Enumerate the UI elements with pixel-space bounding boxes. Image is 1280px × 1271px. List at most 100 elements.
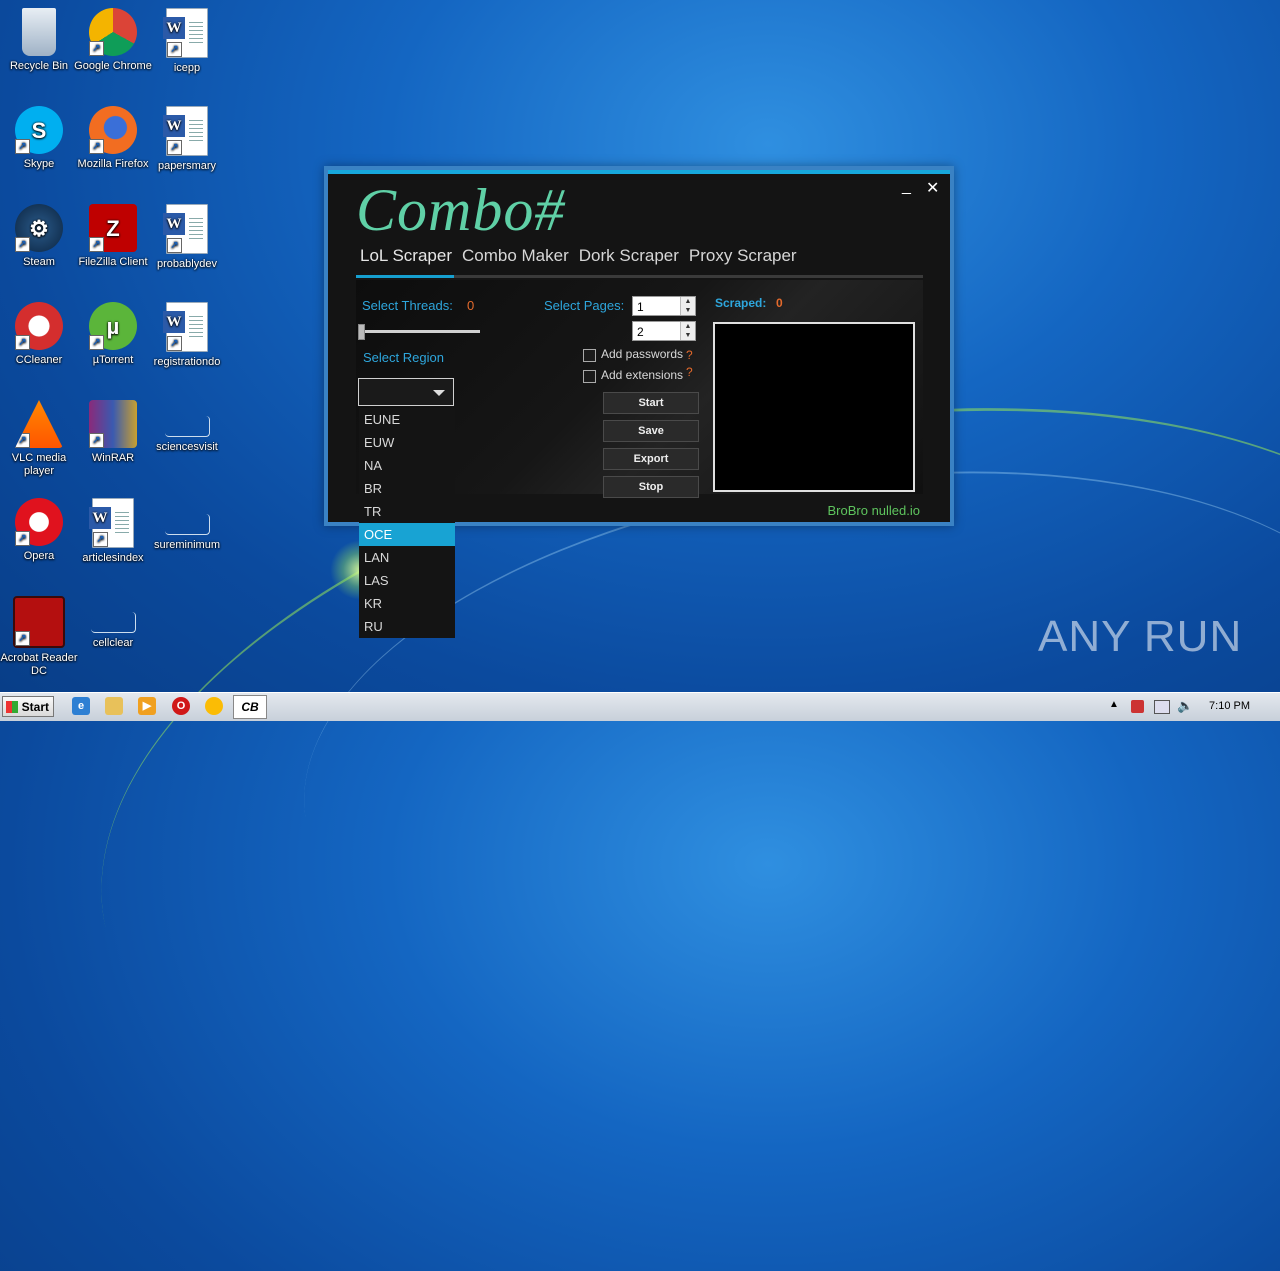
shortcut-arrow-icon: ↗ (93, 532, 108, 547)
desktop-icon-label: Google Chrome (74, 60, 152, 72)
region-option-las[interactable]: LAS (359, 569, 455, 592)
desktop-icon-label: sureminimum (153, 539, 220, 551)
app-logo: Combo# (356, 177, 566, 243)
region-option-br[interactable]: BR (359, 477, 455, 500)
spinner-arrows[interactable]: ▲ ▼ (680, 297, 695, 315)
vlc-icon: ↗ (15, 400, 63, 448)
desktop-icon[interactable]: ⚙ ↗ Steam (0, 198, 78, 290)
pages-from-spinner[interactable]: 1 ▲ ▼ (632, 296, 696, 316)
desktop-icon[interactable]: cellclear (74, 590, 152, 682)
pages-to-spinner[interactable]: 2 ▲ ▼ (632, 321, 696, 341)
desktop-icon[interactable]: ↗ Acrobat Reader DC (0, 590, 78, 682)
blank-document-icon (164, 416, 210, 437)
threads-slider-handle[interactable] (358, 324, 365, 340)
spinner-arrows[interactable]: ▲ ▼ (680, 322, 695, 340)
taskbar-combo-app[interactable]: CB (233, 695, 267, 719)
desktop-icon[interactable]: sureminimum (148, 492, 226, 584)
shortcut-arrow-icon: ↗ (15, 433, 30, 448)
desktop-icon[interactable]: W ↗ registrationdo (148, 296, 226, 388)
region-option-na[interactable]: NA (359, 454, 455, 477)
add-passwords-label[interactable]: Add passwords (601, 347, 683, 361)
stop-button[interactable]: Stop (603, 476, 699, 498)
shortcut-arrow-icon: ↗ (15, 531, 30, 546)
tab-dork-scraper[interactable]: Dork Scraper (579, 246, 679, 266)
close-button[interactable]: ✕ (926, 178, 939, 198)
desktop-icon[interactable]: W ↗ papersmary (148, 100, 226, 192)
add-extensions-checkbox[interactable] (583, 370, 596, 383)
region-option-ru[interactable]: RU (359, 615, 455, 638)
desktop-icon-label: µTorrent (92, 354, 134, 366)
word-document-icon: W ↗ (163, 8, 208, 58)
steam-icon: ⚙ ↗ (15, 204, 63, 252)
desktop-icon[interactable]: W ↗ icepp (148, 2, 226, 94)
volume-icon[interactable]: 🔈 (1177, 698, 1193, 714)
explorer-icon[interactable] (105, 697, 123, 715)
shortcut-arrow-icon: ↗ (167, 140, 182, 155)
add-extensions-help-icon[interactable]: ? (686, 365, 693, 379)
ie-icon[interactable]: e (72, 697, 90, 715)
taskbar: Start e ▶ O CB ▲ 🔈 7:10 PM (0, 692, 1280, 721)
tab-bar: LoL Scraper Combo Maker Dork Scraper Pro… (360, 246, 807, 266)
tab-proxy-scraper[interactable]: Proxy Scraper (689, 246, 797, 266)
start-button-taskbar[interactable]: Start (2, 696, 54, 717)
export-button[interactable]: Export (603, 448, 699, 470)
acrobat-icon: ↗ (13, 596, 65, 648)
ccleaner-icon: ↗ (15, 302, 63, 350)
desktop-icon[interactable]: ↗ Google Chrome (74, 2, 152, 94)
start-label: Start (21, 700, 49, 714)
desktop-icon[interactable]: sciencesvisit (148, 394, 226, 486)
desktop-icon[interactable]: ↗ VLC media player (0, 394, 78, 486)
desktop-icon[interactable]: W ↗ articlesindex (74, 492, 152, 584)
add-extensions-label[interactable]: Add extensions (601, 368, 683, 382)
desktop-icon[interactable]: ↗ Opera (0, 492, 78, 584)
region-option-oce[interactable]: OCE (359, 523, 455, 546)
desktop-icon[interactable]: S ↗ Skype (0, 100, 78, 192)
active-tab-indicator (356, 275, 454, 278)
shortcut-arrow-icon: ↗ (89, 433, 104, 448)
add-passwords-checkbox[interactable] (583, 349, 596, 362)
desktop-icon-label: Recycle Bin (9, 60, 69, 72)
shortcut-arrow-icon: ↗ (167, 42, 182, 57)
desktop-icon[interactable]: W ↗ probablydev (148, 198, 226, 290)
clock[interactable]: 7:10 PM (1209, 700, 1250, 712)
region-option-lan[interactable]: LAN (359, 546, 455, 569)
threads-value: 0 (467, 298, 475, 313)
desktop-icon-label: Acrobat Reader DC (0, 652, 78, 677)
threads-slider-track[interactable] (364, 330, 480, 333)
desktop-icon-label: probablydev (157, 258, 217, 270)
tab-combo-maker[interactable]: Combo Maker (462, 246, 569, 266)
chrome-icon: ↗ (89, 8, 137, 56)
desktop-icon[interactable]: ↗ WinRAR (74, 394, 152, 486)
media-player-icon[interactable]: ▶ (138, 697, 156, 715)
region-option-tr[interactable]: TR (359, 500, 455, 523)
minimize-button[interactable]: _ (902, 178, 911, 196)
tab-lol-scraper[interactable]: LoL Scraper (360, 246, 452, 266)
desktop-icon[interactable]: µ ↗ µTorrent (74, 296, 152, 388)
chrome-icon[interactable] (205, 697, 223, 715)
desktop-icon[interactable]: Recycle Bin (0, 2, 78, 94)
region-option-eune[interactable]: EUNE (359, 408, 455, 431)
network-icon[interactable] (1154, 700, 1170, 714)
desktop-icon[interactable]: ↗ CCleaner (0, 296, 78, 388)
scraped-output-box[interactable] (713, 322, 915, 492)
word-document-icon: W ↗ (163, 204, 208, 254)
chevron-down-icon[interactable] (433, 390, 445, 396)
desktop-icon-label: icepp (173, 62, 201, 74)
region-dropdown[interactable] (358, 378, 454, 406)
opera-icon[interactable]: O (172, 697, 190, 715)
desktop-icon-label: papersmary (157, 160, 217, 172)
firefox-icon: ↗ (89, 106, 137, 154)
desktop-icon-label: VLC media player (11, 452, 67, 477)
start-button[interactable]: Start (603, 392, 699, 414)
desktop-icon[interactable]: ↗ Mozilla Firefox (74, 100, 152, 192)
action-center-icon[interactable] (1131, 700, 1144, 713)
desktop-icon[interactable]: Z ↗ FileZilla Client (74, 198, 152, 290)
desktop-icon-label: Steam (23, 256, 55, 268)
show-hidden-icons-icon[interactable]: ▲ (1109, 699, 1119, 710)
word-document-icon: W ↗ (89, 498, 134, 548)
desktop-icon-label: CCleaner (15, 354, 63, 366)
region-option-kr[interactable]: KR (359, 592, 455, 615)
add-passwords-help-icon[interactable]: ? (686, 348, 693, 362)
region-option-euw[interactable]: EUW (359, 431, 455, 454)
save-button[interactable]: Save (603, 420, 699, 442)
